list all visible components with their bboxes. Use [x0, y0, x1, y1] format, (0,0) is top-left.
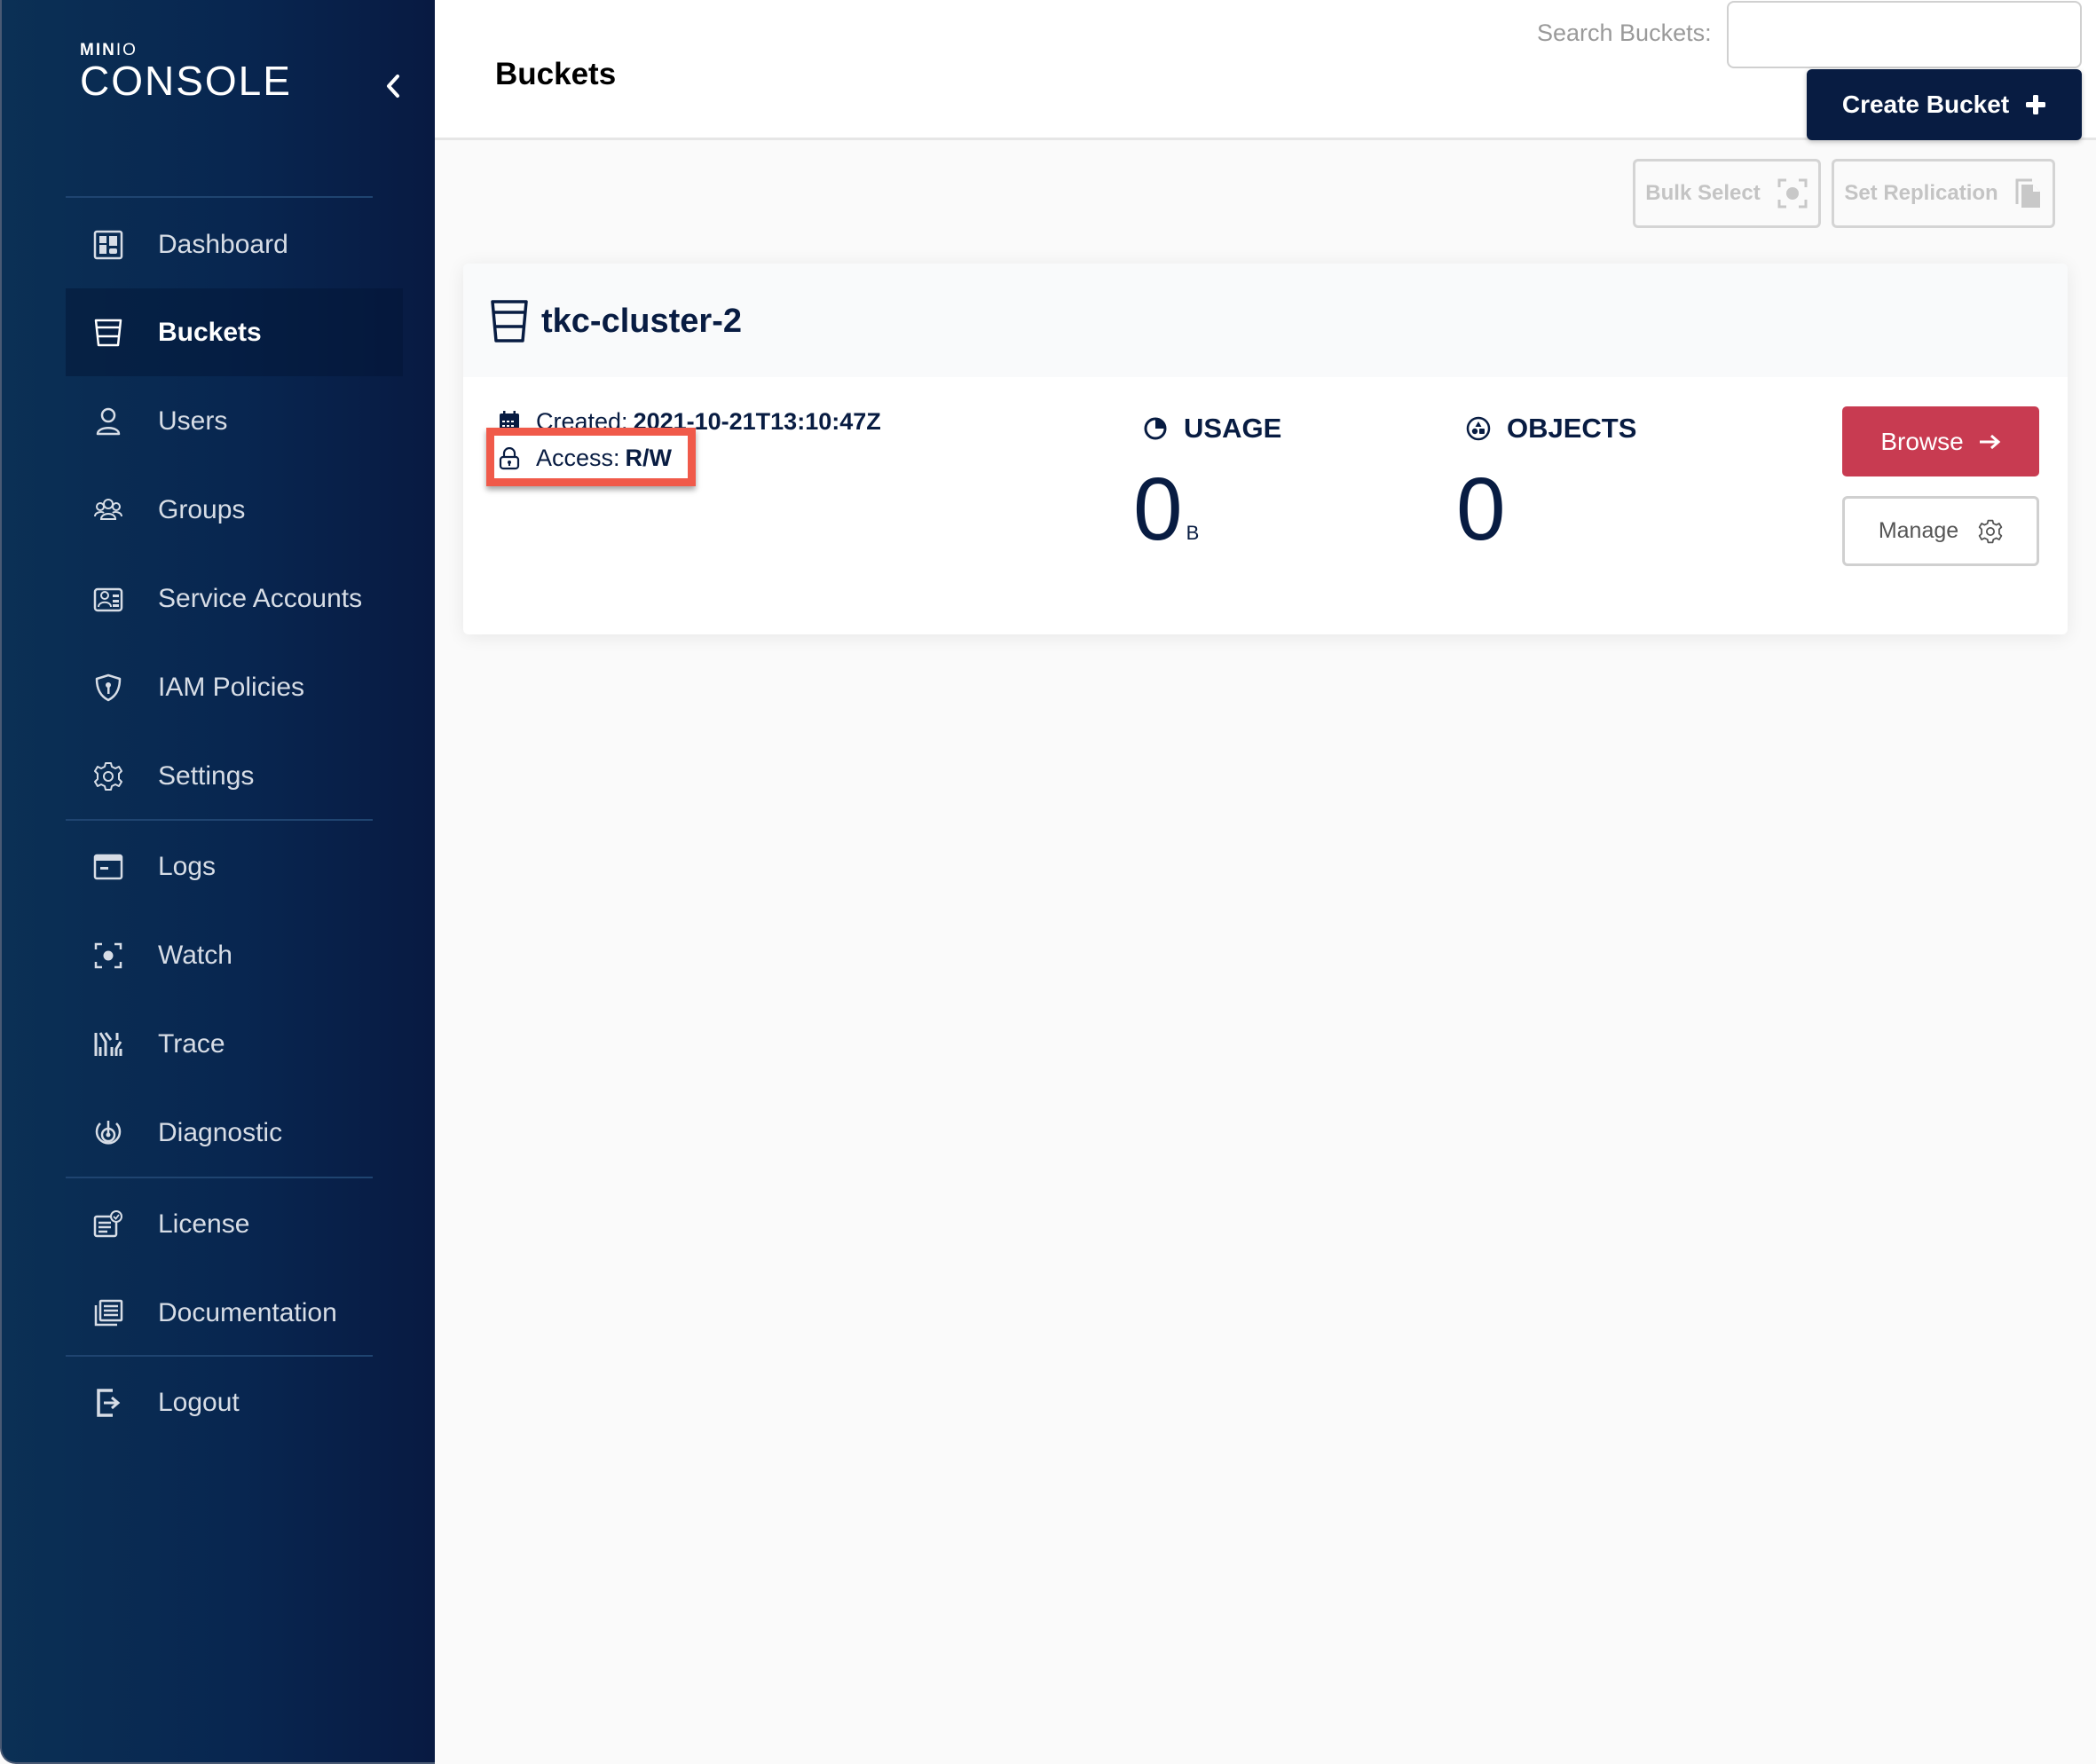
- created-value: 2021-10-21T13:10:47Z: [633, 408, 881, 435]
- lock-icon: [499, 446, 522, 471]
- sidebar-item-label: Service Accounts: [158, 583, 363, 613]
- trace-icon: [92, 1028, 124, 1060]
- sidebar-item-documentation[interactable]: Documentation: [66, 1269, 403, 1357]
- sidebar-item-service-accounts[interactable]: Service Accounts: [66, 555, 403, 642]
- sidebar-item-label: Diagnostic: [158, 1117, 283, 1147]
- select-icon: [1777, 178, 1808, 209]
- sidebar-item-iam-policies[interactable]: IAM Policies: [66, 643, 403, 731]
- sidebar-item-dashboard[interactable]: Dashboard: [66, 201, 403, 288]
- sidebar-divider: [66, 819, 373, 821]
- service-accounts-icon: [92, 583, 124, 615]
- usage-value: 0B: [1133, 461, 1199, 582]
- usage-unit: B: [1186, 522, 1200, 544]
- gear-icon: [92, 760, 124, 792]
- create-bucket-button[interactable]: Create Bucket: [1807, 69, 2082, 140]
- groups-icon: [92, 494, 124, 526]
- usage-label: USAGE: [1143, 413, 1281, 445]
- bucket-icon: [92, 317, 124, 349]
- documentation-icon: [92, 1297, 124, 1329]
- usage-label-text: USAGE: [1184, 413, 1282, 444]
- search-buckets-input[interactable]: [1727, 1, 2082, 68]
- search-label: Search Buckets:: [1537, 20, 1712, 46]
- sidebar-item-label: Buckets: [158, 317, 262, 347]
- sidebar-item-label: License: [158, 1209, 250, 1239]
- page-header: Buckets Search Buckets: Create Bucket: [435, 0, 2096, 140]
- user-icon: [92, 406, 124, 437]
- access-value: R/W: [625, 445, 673, 471]
- bulk-select-label: Bulk Select: [1645, 181, 1761, 205]
- gear-icon: [1978, 519, 2003, 543]
- logs-icon: [92, 851, 124, 883]
- objects-label: OBJECTS: [1466, 413, 1636, 445]
- diagnostic-icon: [92, 1117, 124, 1149]
- collapse-sidebar-button[interactable]: [382, 71, 405, 101]
- created-label: Created:: [536, 408, 628, 435]
- objects-label-text: OBJECTS: [1507, 413, 1637, 444]
- access-label: Access:: [536, 445, 620, 471]
- bucket-name[interactable]: tkc-cluster-2: [541, 303, 742, 341]
- arrow-right-icon: [1979, 434, 2000, 449]
- manage-label: Manage: [1878, 518, 1959, 543]
- license-icon: [92, 1209, 124, 1240]
- watch-icon: [92, 940, 124, 972]
- bucket-created: Created: 2021-10-21T13:10:47Z: [499, 408, 881, 436]
- sidebar-item-groups[interactable]: Groups: [66, 466, 403, 554]
- logout-icon: [92, 1387, 124, 1419]
- bucket-icon: [491, 300, 528, 343]
- dashboard-icon: [92, 229, 124, 261]
- sidebar-item-label: Users: [158, 406, 228, 436]
- browse-button[interactable]: Browse: [1842, 406, 2039, 476]
- sidebar-item-label: Watch: [158, 940, 232, 970]
- manage-button[interactable]: Manage: [1842, 496, 2039, 566]
- sidebar-divider: [66, 1177, 373, 1178]
- browse-label: Browse: [1880, 427, 1964, 455]
- plus-icon: [2026, 95, 2046, 114]
- sidebar-item-label: Trace: [158, 1028, 225, 1059]
- create-bucket-label: Create Bucket: [1841, 91, 2010, 118]
- sidebar-divider: [66, 1355, 373, 1357]
- minio-console-logo[interactable]: MINIO CONSOLE: [80, 41, 292, 104]
- shield-key-icon: [92, 672, 124, 704]
- chevron-left-icon: [387, 75, 399, 98]
- copy-icon: [2015, 178, 2040, 208]
- logo-minio: MINIO: [80, 41, 138, 59]
- sidebar-item-buckets[interactable]: Buckets: [66, 288, 403, 376]
- sidebar-item-users[interactable]: Users: [66, 377, 403, 465]
- sidebar-item-label: Documentation: [158, 1297, 337, 1327]
- sidebar-item-logout[interactable]: Logout: [66, 1358, 403, 1446]
- sidebar-item-label: Dashboard: [158, 229, 288, 259]
- bulk-select-button[interactable]: Bulk Select: [1633, 159, 1821, 228]
- sidebar-item-label: Groups: [158, 494, 246, 524]
- sidebar-item-label: IAM Policies: [158, 672, 305, 702]
- sidebar-item-label: Logout: [158, 1387, 240, 1417]
- sidebar-item-trace[interactable]: Trace: [66, 1000, 403, 1088]
- bucket-card: tkc-cluster-2 Created: 2021-10-21T13:10:…: [463, 264, 2068, 634]
- objects-icon: [1466, 416, 1491, 441]
- sidebar-item-diagnostic[interactable]: Diagnostic: [66, 1089, 403, 1177]
- sidebar-item-license[interactable]: License: [66, 1180, 403, 1268]
- logo-console: CONSOLE: [80, 58, 292, 104]
- set-replication-button[interactable]: Set Replication: [1832, 159, 2055, 228]
- sidebar-item-label: Logs: [158, 851, 217, 881]
- app-root: MINIO CONSOLE Dashboard Buckets Users Gr…: [0, 0, 2096, 1764]
- set-replication-label: Set Replication: [1844, 181, 1998, 205]
- sidebar-item-logs[interactable]: Logs: [66, 823, 403, 910]
- usage-number: 0: [1133, 460, 1183, 559]
- sidebar-divider: [66, 196, 373, 198]
- bucket-access: Access: R/W: [499, 445, 672, 472]
- objects-value: 0: [1456, 460, 1506, 559]
- page-title: Buckets: [495, 57, 617, 91]
- sidebar: MINIO CONSOLE Dashboard Buckets Users Gr…: [0, 0, 435, 1764]
- sidebar-item-watch[interactable]: Watch: [66, 911, 403, 999]
- sidebar-item-label: Settings: [158, 760, 255, 791]
- pie-chart-icon: [1144, 417, 1167, 440]
- calendar-icon: [499, 410, 522, 435]
- sidebar-item-settings[interactable]: Settings: [66, 732, 403, 820]
